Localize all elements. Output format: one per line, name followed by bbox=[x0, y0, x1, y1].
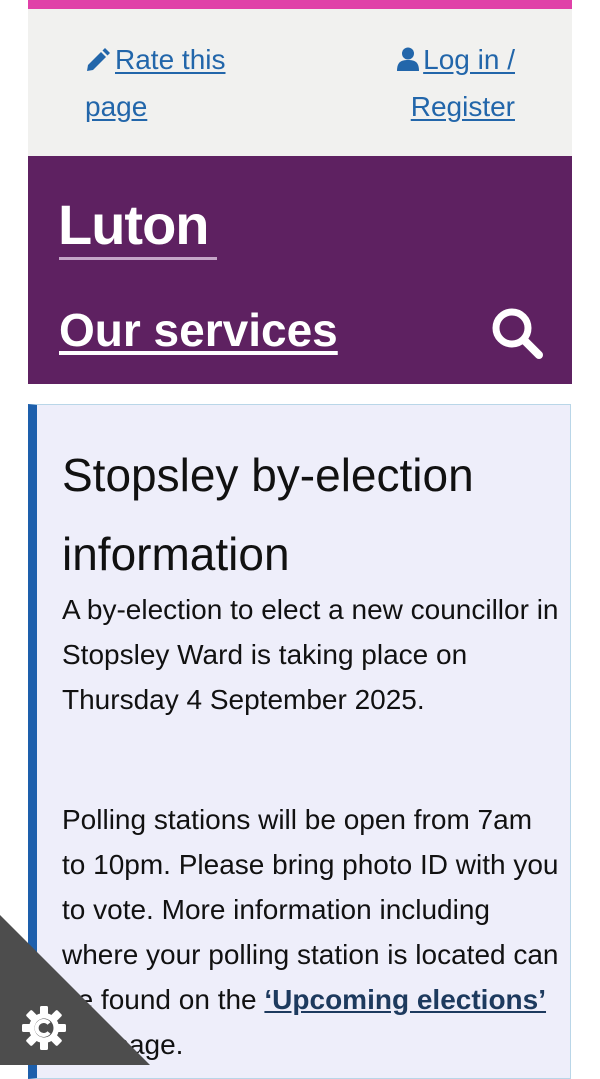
luton-logo[interactable]: Luton bbox=[58, 194, 209, 256]
top-accent-bar bbox=[28, 0, 572, 9]
notice-title: Stopsley by-election information bbox=[62, 449, 474, 580]
site-header: Luton Our services bbox=[28, 156, 572, 384]
our-services-link[interactable]: Our services bbox=[59, 304, 338, 356]
pencil-icon bbox=[85, 39, 111, 84]
search-button[interactable] bbox=[488, 304, 546, 362]
login-register-link[interactable]: Log in / Register bbox=[355, 37, 515, 129]
utility-bar: Rate this page Log in / Register bbox=[28, 9, 572, 156]
search-icon bbox=[492, 308, 543, 359]
cookie-settings-icon bbox=[22, 1006, 66, 1050]
upcoming-elections-link[interactable]: ‘Upcoming elections’ bbox=[264, 984, 546, 1015]
rate-this-page-link[interactable]: Rate this page bbox=[85, 37, 285, 129]
notice-paragraph-1: A by-election to elect a new councillor … bbox=[62, 594, 559, 715]
notice-paragraph-2: Polling stations will be open from 7am t… bbox=[62, 797, 562, 1067]
by-election-notice: Stopsley by-election information A by-el… bbox=[28, 404, 571, 1079]
login-register-label: Log in / Register bbox=[410, 44, 515, 122]
logo-underline bbox=[59, 257, 217, 260]
user-icon bbox=[397, 39, 420, 84]
